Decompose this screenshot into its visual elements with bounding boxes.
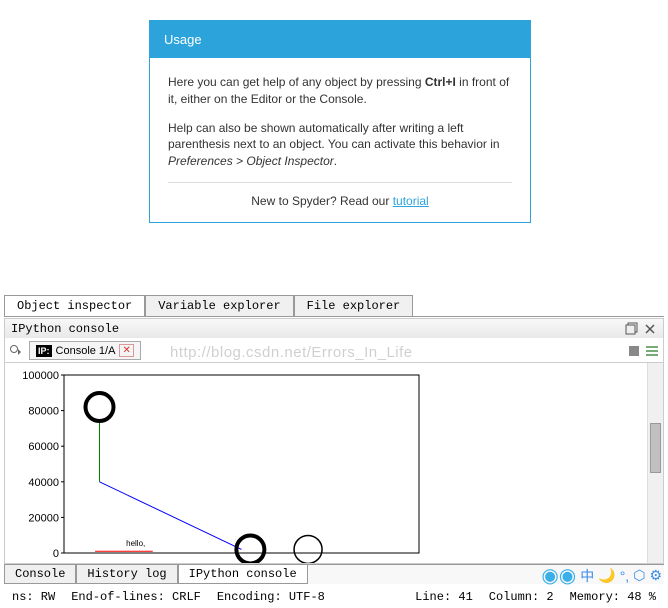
console-tab-close-icon[interactable]: ✕ [119, 344, 133, 357]
tab-object-inspector[interactable]: Object inspector [4, 295, 145, 316]
usage-para-1: Here you can get help of any object by p… [168, 74, 512, 108]
svg-text:hello,: hello, [126, 539, 145, 548]
stop-icon[interactable] [627, 344, 641, 358]
pane-title-bar: IPython console [4, 318, 664, 340]
svg-text:40000: 40000 [28, 477, 59, 489]
tray-icons: ◉◉ 中 🌙 °, ⬡ ⚙ [541, 563, 662, 588]
status-permissions: ns: RW [4, 590, 63, 604]
usage-key: Ctrl+I [425, 75, 456, 89]
tutorial-link[interactable]: tutorial [393, 194, 429, 208]
usage-pref-path: Preferences > Object Inspector [168, 154, 334, 168]
svg-text:20000: 20000 [28, 512, 59, 524]
usage-footer-text: New to Spyder? Read our [251, 194, 392, 208]
tab-console[interactable]: Console [4, 565, 76, 584]
console-tab-label: Console 1/A [56, 345, 116, 357]
plot-svg: 0 20000 40000 60000 80000 100000 hello, [9, 367, 429, 564]
usage-footer: New to Spyder? Read our tutorial [168, 182, 512, 210]
vertical-scrollbar[interactable] [647, 363, 663, 563]
svg-text:60000: 60000 [28, 441, 59, 453]
moon-icon[interactable]: 🌙 [598, 567, 615, 584]
shirt-icon[interactable]: ⬡ [633, 567, 645, 584]
options-icon[interactable] [645, 344, 659, 358]
usage-body: Here you can get help of any object by p… [150, 58, 530, 222]
tab-variable-explorer[interactable]: Variable explorer [145, 295, 293, 316]
upper-tabs: Object inspector Variable explorer File … [4, 295, 664, 317]
console-tab[interactable]: IP: Console 1/A ✕ [29, 341, 141, 360]
status-column: Column: 2 [481, 590, 562, 604]
restore-icon[interactable] [625, 322, 639, 336]
gear-menu-icon[interactable] [9, 344, 23, 358]
usage-text: Help can also be shown automatically aft… [168, 121, 500, 152]
cloud-icon[interactable]: °, [620, 568, 630, 584]
status-eol: End-of-lines: CRLF [63, 590, 209, 604]
close-icon[interactable] [643, 322, 657, 336]
console-tab-prefix: IP: [36, 345, 52, 357]
tab-ipython-console[interactable]: IPython console [178, 565, 308, 584]
status-memory: Memory: 48 % [562, 590, 664, 604]
usage-text: . [334, 154, 337, 168]
usage-card: Usage Here you can get help of any objec… [149, 20, 531, 223]
status-encoding: Encoding: UTF-8 [209, 590, 333, 604]
svg-text:100000: 100000 [22, 370, 59, 382]
status-line: Line: 41 [407, 590, 481, 604]
svg-text:80000: 80000 [28, 406, 59, 418]
tab-file-explorer[interactable]: File explorer [294, 295, 414, 316]
usage-title: Usage [150, 21, 530, 58]
usage-text: Here you can get help of any object by p… [168, 75, 425, 89]
owl-icon[interactable]: ◉◉ [541, 563, 576, 588]
scrollbar-thumb[interactable] [650, 423, 661, 473]
settings-gear-icon[interactable]: ⚙ [649, 567, 662, 584]
console-tab-row: IP: Console 1/A ✕ [4, 338, 664, 363]
status-bar: ns: RW End-of-lines: CRLF Encoding: UTF-… [0, 588, 668, 606]
pane-title: IPython console [11, 322, 119, 336]
tab-history-log[interactable]: History log [76, 565, 177, 584]
ime-icon[interactable]: 中 [580, 566, 594, 586]
plot-area: 0 20000 40000 60000 80000 100000 hello, [4, 362, 664, 564]
svg-text:0: 0 [53, 548, 59, 560]
usage-para-2: Help can also be shown automatically aft… [168, 120, 512, 170]
